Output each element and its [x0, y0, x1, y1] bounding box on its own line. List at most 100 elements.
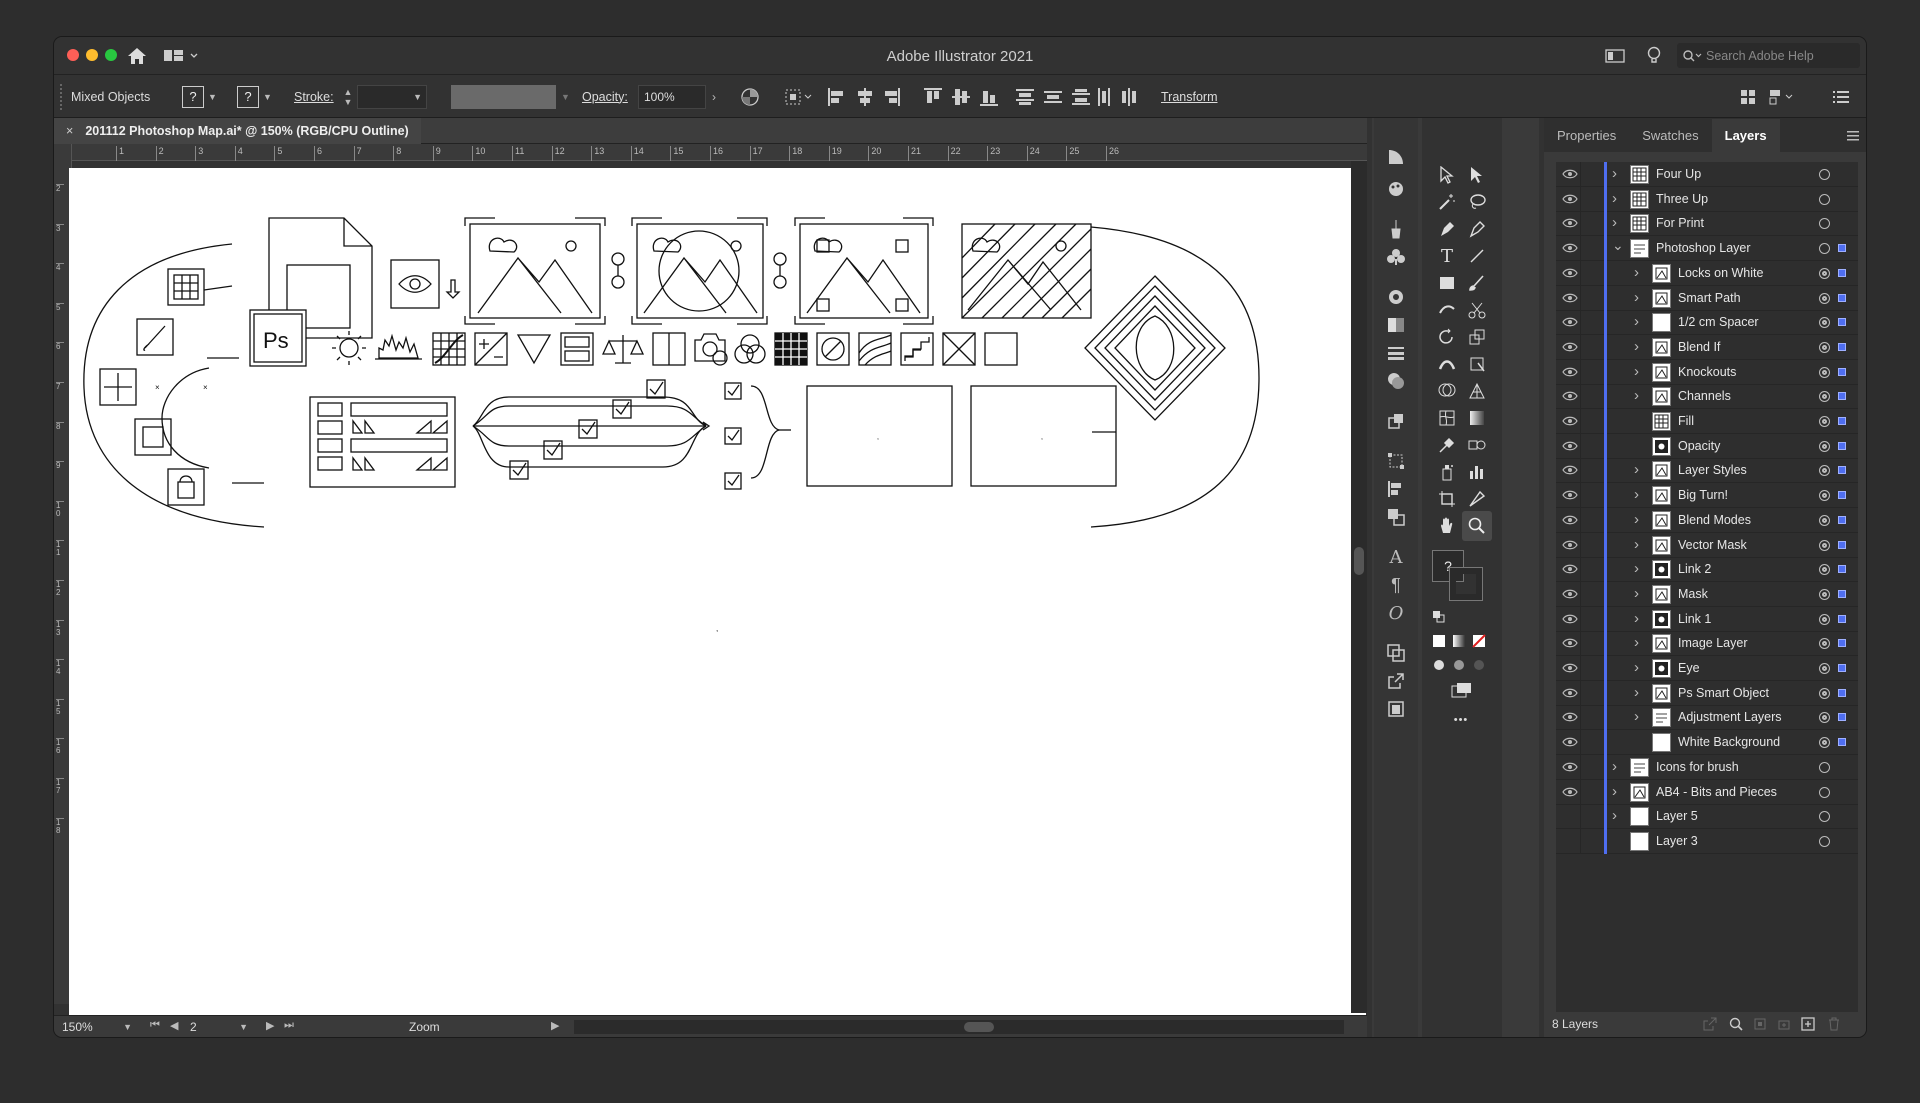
layer-name[interactable]: Locks on White [1678, 266, 1763, 280]
recolor-artwork-icon[interactable] [739, 86, 761, 108]
layer-row[interactable]: › Icons for brush [1556, 754, 1858, 780]
visibility-eye-icon[interactable] [1561, 264, 1579, 282]
artboard-tool-icon[interactable] [1436, 488, 1458, 510]
visibility-eye-icon[interactable] [1561, 486, 1579, 504]
lock-toggle[interactable] [1580, 507, 1600, 533]
selection-indicator[interactable] [1838, 367, 1846, 376]
layer-name[interactable]: Three Up [1656, 192, 1708, 206]
layer-name[interactable]: 1/2 cm Spacer [1678, 315, 1759, 329]
layer-row[interactable]: › Channels [1556, 384, 1858, 410]
chevron-right-icon[interactable]: › [1634, 264, 1639, 281]
selection-indicator[interactable] [1838, 589, 1846, 598]
lock-toggle[interactable] [1580, 310, 1600, 336]
layer-row[interactable]: › Knockouts [1556, 359, 1858, 385]
arrange-icon[interactable] [1768, 86, 1796, 108]
chevron-right-icon[interactable]: › [1634, 610, 1639, 627]
lock-toggle[interactable] [1580, 285, 1600, 311]
rotate-tool-icon[interactable] [1436, 326, 1458, 348]
chevron-right-icon[interactable]: › [1634, 486, 1639, 503]
chevron-right-icon[interactable]: › [1634, 461, 1639, 478]
chevron-right-icon[interactable]: › [1634, 659, 1639, 676]
edit-toolbar-more-button[interactable]: ••• [1446, 712, 1476, 728]
tab-layers[interactable]: Layers [1711, 119, 1780, 152]
selection-indicator[interactable] [1838, 688, 1846, 697]
visibility-eye-icon[interactable] [1561, 560, 1579, 578]
lock-toggle[interactable] [1580, 334, 1600, 360]
chevron-down-icon[interactable]: ▼ [263, 92, 272, 102]
selection-indicator[interactable] [1838, 565, 1846, 574]
transparency-panel-icon[interactable] [1385, 314, 1407, 336]
scissors-tool-icon[interactable] [1466, 299, 1488, 321]
panel-menu-icon[interactable] [1830, 86, 1852, 108]
symbol-sprayer-tool-icon[interactable] [1436, 461, 1458, 483]
stroke-weight-stepper[interactable]: ▲ ▼ [341, 85, 355, 109]
target-circle-icon[interactable] [1819, 514, 1830, 526]
chevron-right-icon[interactable]: › [1612, 190, 1617, 207]
hand-tool-icon[interactable] [1436, 515, 1458, 537]
symbols-panel-icon[interactable] [1385, 246, 1407, 268]
target-circle-icon[interactable] [1819, 638, 1830, 650]
selection-indicator[interactable] [1838, 244, 1846, 253]
visibility-eye-icon[interactable] [1561, 437, 1579, 455]
magic-wand-tool-icon[interactable] [1436, 191, 1458, 213]
opentype-panel-icon[interactable]: O [1385, 602, 1407, 624]
lock-toggle[interactable] [1580, 656, 1600, 681]
layer-row[interactable]: › Layer 5 [1556, 804, 1858, 830]
create-sublayer-icon[interactable] [1776, 1016, 1792, 1032]
selection-indicator[interactable] [1838, 417, 1846, 425]
variable-width-profile[interactable] [451, 84, 556, 109]
arrange-documents-icon[interactable] [1604, 46, 1626, 66]
previous-artboard-button[interactable]: ◀ [170, 1019, 178, 1032]
discover-lightbulb-icon[interactable] [1644, 45, 1664, 67]
layer-name[interactable]: For Print [1656, 216, 1704, 230]
fill-swatch-control[interactable]: ? ▼ [182, 75, 217, 118]
blend-tool-icon[interactable] [1466, 434, 1488, 456]
pathfinder-panel-icon[interactable] [1385, 370, 1407, 392]
tab-properties[interactable]: Properties [1544, 128, 1629, 152]
eyedropper-tool-icon[interactable] [1436, 434, 1458, 456]
lock-toggle[interactable] [1580, 631, 1600, 657]
delete-layer-icon[interactable] [1826, 1016, 1842, 1032]
target-circle-icon[interactable] [1819, 292, 1830, 304]
layer-row[interactable]: › Blend Modes [1556, 507, 1858, 533]
export-icon[interactable] [1385, 670, 1407, 692]
layer-name[interactable]: Link 1 [1678, 612, 1711, 626]
chevron-right-icon[interactable]: › [1612, 758, 1617, 775]
visibility-eye-icon[interactable] [1561, 783, 1579, 801]
layer-name[interactable]: Blend If [1678, 340, 1720, 354]
visibility-eye-icon[interactable] [1561, 585, 1579, 603]
layer-name[interactable]: Blend Modes [1678, 513, 1751, 527]
lock-toggle[interactable] [1580, 236, 1600, 262]
curvature-tool-icon[interactable] [1466, 218, 1488, 240]
layer-name[interactable]: Four Up [1656, 167, 1701, 181]
layer-row[interactable]: › Link 1 [1556, 606, 1858, 632]
free-transform-tool-icon[interactable] [1466, 353, 1488, 375]
panel-menu-icon[interactable] [1846, 130, 1860, 142]
layer-row[interactable]: Opacity [1556, 433, 1858, 459]
selection-indicator[interactable] [1838, 639, 1846, 648]
selection-indicator[interactable] [1838, 441, 1846, 450]
layer-row[interactable]: White Background [1556, 730, 1858, 756]
stroke-swatch[interactable]: ? [237, 85, 259, 108]
layer-name[interactable]: White Background [1678, 735, 1780, 749]
layer-name[interactable]: Big Turn! [1678, 488, 1728, 502]
lock-toggle[interactable] [1580, 754, 1600, 780]
character-panel-icon[interactable]: A [1385, 546, 1407, 568]
visibility-eye-icon[interactable] [1561, 634, 1579, 652]
pen-tool-icon[interactable] [1436, 218, 1458, 240]
lock-toggle[interactable] [1580, 186, 1600, 212]
selection-indicator[interactable] [1838, 540, 1846, 549]
target-circle-icon[interactable] [1819, 687, 1830, 699]
pathfinder-shapes-icon[interactable] [1385, 506, 1407, 528]
layer-row[interactable]: › Locks on White [1556, 260, 1858, 286]
visibility-eye-icon[interactable] [1561, 708, 1579, 726]
zoom-level-select[interactable]: 150% ▼ [62, 1019, 132, 1035]
close-tab-button[interactable]: × [66, 124, 73, 138]
target-circle-icon[interactable] [1819, 835, 1830, 847]
align-to-selection-icon[interactable] [784, 86, 814, 108]
layer-name[interactable]: Icons for brush [1656, 760, 1739, 774]
opacity-label[interactable]: Opacity: [582, 75, 628, 118]
lock-toggle[interactable] [1580, 779, 1600, 805]
first-artboard-button[interactable]: ⏮ [150, 1019, 160, 1032]
layer-name[interactable]: Adjustment Layers [1678, 710, 1782, 724]
